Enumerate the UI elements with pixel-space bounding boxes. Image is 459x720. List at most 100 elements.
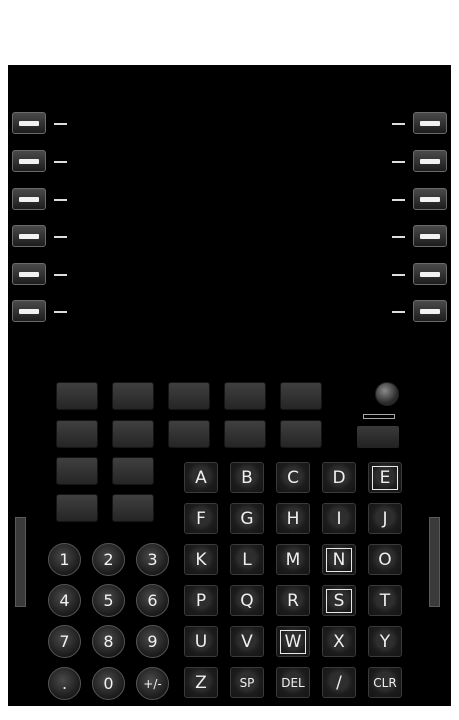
key-n[interactable]: N [322, 544, 356, 575]
key-x[interactable]: X [322, 626, 356, 657]
key-t[interactable]: T [368, 585, 402, 616]
brightness-button[interactable] [357, 426, 399, 448]
key-label: H [286, 508, 300, 529]
key-i[interactable]: I [322, 503, 356, 534]
key-l[interactable]: L [230, 544, 264, 575]
function-key-r4-c1[interactable] [56, 494, 98, 522]
lsk-left-2[interactable] [12, 150, 46, 172]
key-label: V [241, 631, 253, 652]
function-key-r2-c1[interactable] [56, 420, 98, 448]
function-key-r3-c1[interactable] [56, 457, 98, 485]
lsk-left-4[interactable] [12, 225, 46, 247]
key-label: P [195, 590, 207, 611]
key-label: E [372, 465, 398, 490]
lsk-right-4[interactable] [413, 225, 447, 247]
lsk-left-5[interactable] [12, 263, 46, 285]
key-b[interactable]: B [230, 462, 264, 493]
num-key-1[interactable]: 1 [48, 543, 81, 576]
key-label: O [378, 549, 392, 570]
num-key-4[interactable]: 4 [48, 584, 81, 617]
lsk-bar [19, 159, 39, 164]
key-label: M [285, 549, 301, 570]
lsk-bar [420, 197, 440, 202]
lsk-left-dash [54, 123, 67, 125]
lsk-bar [19, 234, 39, 239]
key-c[interactable]: C [276, 462, 310, 493]
lsk-right-5[interactable] [413, 263, 447, 285]
rotary-knob-icon[interactable] [375, 382, 399, 406]
key-g[interactable]: G [230, 503, 264, 534]
lsk-left-6[interactable] [12, 300, 46, 322]
key-label: A [195, 467, 207, 488]
key-z[interactable]: Z [184, 667, 218, 698]
function-key-r1-c4[interactable] [224, 382, 266, 410]
key-label: W [280, 629, 306, 654]
function-key-r1-c3[interactable] [168, 382, 210, 410]
num-key-2[interactable]: 2 [92, 543, 125, 576]
lsk-left-dash [54, 311, 67, 313]
num-key-5[interactable]: 5 [92, 584, 125, 617]
key-label: Q [240, 590, 254, 611]
key-q[interactable]: Q [230, 585, 264, 616]
key-k[interactable]: K [184, 544, 218, 575]
lsk-bar [420, 234, 440, 239]
key-v[interactable]: V [230, 626, 264, 657]
num-key-dot[interactable]: . [48, 667, 81, 700]
num-key-plus-minus[interactable]: +/- [136, 667, 169, 700]
lsk-bar [420, 159, 440, 164]
lsk-right-3[interactable] [413, 188, 447, 210]
lsk-right-dash [392, 311, 405, 313]
lsk-left-1[interactable] [12, 112, 46, 134]
lsk-right-6[interactable] [413, 300, 447, 322]
lsk-left-dash [54, 236, 67, 238]
function-key-r1-c5[interactable] [280, 382, 322, 410]
function-key-r2-c2[interactable] [112, 420, 154, 448]
function-key-r1-c1[interactable] [56, 382, 98, 410]
num-key-0[interactable]: 0 [92, 667, 125, 700]
lsk-left-3[interactable] [12, 188, 46, 210]
num-key-7[interactable]: 7 [48, 625, 81, 658]
key-a[interactable]: A [184, 462, 218, 493]
key-o[interactable]: O [368, 544, 402, 575]
key-label: DEL [281, 675, 305, 690]
num-key-8[interactable]: 8 [92, 625, 125, 658]
num-key-9[interactable]: 9 [136, 625, 169, 658]
key-m[interactable]: M [276, 544, 310, 575]
num-key-6[interactable]: 6 [136, 584, 169, 617]
key-label: I [336, 508, 342, 529]
function-key-r3-c2[interactable] [112, 457, 154, 485]
key-label: K [195, 549, 207, 570]
key-y[interactable]: Y [368, 626, 402, 657]
key-del[interactable]: DEL [276, 667, 310, 698]
key-e[interactable]: E [368, 462, 402, 493]
key-s[interactable]: S [322, 585, 356, 616]
key-label: D [332, 467, 346, 488]
function-key-r1-c2[interactable] [112, 382, 154, 410]
key-f[interactable]: F [184, 503, 218, 534]
key-label: J [382, 508, 388, 529]
lsk-bar [19, 309, 39, 314]
key-slash[interactable]: / [322, 667, 356, 698]
lsk-left-dash [54, 161, 67, 163]
key-d[interactable]: D [322, 462, 356, 493]
lsk-right-dash [392, 236, 405, 238]
lsk-bar [420, 309, 440, 314]
key-sp[interactable]: SP [230, 667, 264, 698]
num-key-3[interactable]: 3 [136, 543, 169, 576]
lsk-bar [19, 197, 39, 202]
key-u[interactable]: U [184, 626, 218, 657]
key-p[interactable]: P [184, 585, 218, 616]
key-clr[interactable]: CLR [368, 667, 402, 698]
key-r[interactable]: R [276, 585, 310, 616]
function-key-r2-c4[interactable] [224, 420, 266, 448]
key-w[interactable]: W [276, 626, 310, 657]
key-j[interactable]: J [368, 503, 402, 534]
function-key-r2-c5[interactable] [280, 420, 322, 448]
lsk-right-dash [392, 123, 405, 125]
key-label: Y [379, 631, 391, 652]
key-h[interactable]: H [276, 503, 310, 534]
lsk-right-1[interactable] [413, 112, 447, 134]
lsk-right-2[interactable] [413, 150, 447, 172]
function-key-r2-c3[interactable] [168, 420, 210, 448]
function-key-r4-c2[interactable] [112, 494, 154, 522]
